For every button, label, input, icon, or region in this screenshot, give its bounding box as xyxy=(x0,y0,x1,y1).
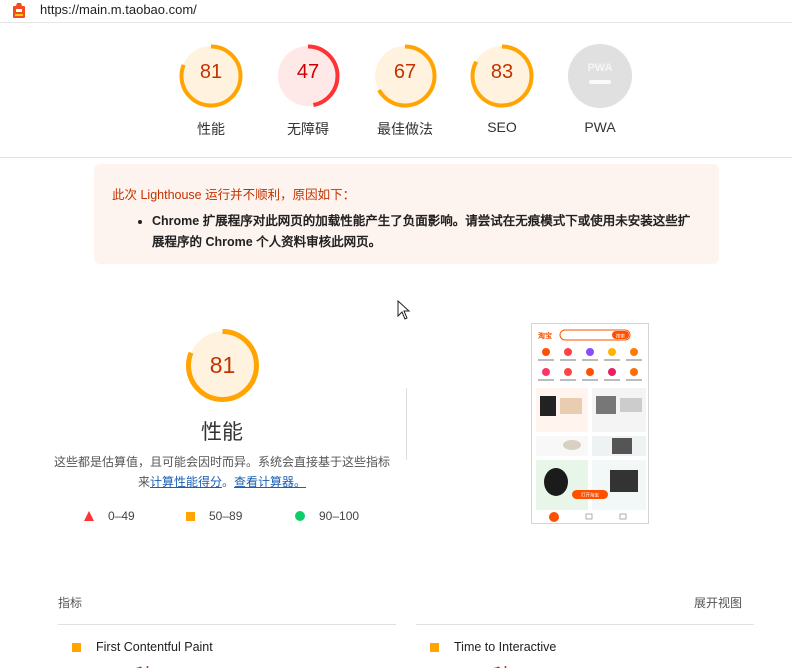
thumb-open-button: 打开淘宝 xyxy=(581,492,599,499)
address-bar[interactable]: https://main.m.taobao.com/ xyxy=(0,0,792,23)
vertical-divider xyxy=(406,388,407,460)
gauge-label: 最佳做法 xyxy=(377,121,433,137)
thumb-search-button: 搜索 xyxy=(616,333,625,340)
metrics-title: 指标 xyxy=(58,596,83,610)
warning-title: 此次 Lighthouse 运行并不顺利，原因如下： xyxy=(112,188,356,202)
final-screenshot-thumbnail[interactable]: 淘宝 搜索 打开淘宝 xyxy=(531,323,649,524)
metrics-divider xyxy=(416,624,754,625)
orange-square-icon xyxy=(430,643,439,652)
legend-item-average: 50–89 xyxy=(186,509,242,523)
orange-square-icon xyxy=(72,643,81,652)
performance-gauge-large: 81 xyxy=(185,328,260,403)
expand-view-toggle[interactable]: 展开视图 xyxy=(694,594,742,611)
legend-range: 0–49 xyxy=(108,509,135,523)
metrics-header: 指标 展开视图 xyxy=(58,594,742,611)
performance-description: 这些都是估算值，且可能会因时而异。系统会直接基于这些指标来计算性能得分。查看计算… xyxy=(52,452,392,492)
legend-range: 50–89 xyxy=(209,509,243,523)
orange-square-icon xyxy=(186,511,195,521)
gauge-label: 无障碍 xyxy=(287,121,329,137)
description-separator: 。 xyxy=(222,475,235,489)
taobao-page-preview: 淘宝 搜索 打开淘宝 xyxy=(532,324,648,523)
legend-range: 90–100 xyxy=(319,509,360,523)
gauge-score: 81 xyxy=(199,61,223,83)
thumb-logo: 淘宝 xyxy=(538,331,552,340)
warning-list: Chrome 扩展程序对此网页的加载性能产生了负面影响。请尝试在无痕模式下或使用… xyxy=(112,211,701,253)
gauge-label: SEO xyxy=(487,119,517,135)
pwa-badge-icon: PWA xyxy=(568,44,632,108)
metric-name: First Contentful Paint xyxy=(96,640,213,654)
gauge-label: 性能 xyxy=(197,121,225,137)
mouse-cursor-icon xyxy=(397,300,411,320)
performance-score: 81 xyxy=(209,352,236,378)
gauge-best-practices[interactable]: 67 最佳做法 xyxy=(355,43,455,139)
metric-value: 5.1 秒 xyxy=(454,660,513,668)
view-calculator-link[interactable]: 查看计算器。 xyxy=(234,475,306,489)
gauge-performance[interactable]: 81 性能 xyxy=(161,43,261,139)
score-legend: 0–49 50–89 90–100 xyxy=(84,509,384,525)
red-triangle-icon xyxy=(84,511,94,521)
metric-value: 3.4 秒 xyxy=(96,660,155,668)
category-gauges: 81 性能 47 无障碍 67 最佳做法 83 SEO PWA PWA xyxy=(0,23,792,158)
gauge-pwa[interactable]: PWA PWA xyxy=(550,43,650,135)
url-text[interactable]: https://main.m.taobao.com/ xyxy=(40,2,197,17)
gauge-accessibility[interactable]: 47 无障碍 xyxy=(258,43,358,139)
gauge-score: 47 xyxy=(296,61,320,83)
metrics-divider xyxy=(58,624,396,625)
metric-name: Time to Interactive xyxy=(454,640,557,654)
gauge-score: 67 xyxy=(393,61,417,83)
performance-title: 性能 xyxy=(201,421,243,444)
gauge-label: PWA xyxy=(584,119,616,135)
pwa-badge-text: PWA xyxy=(587,62,612,74)
calculate-score-link[interactable]: 计算性能得分 xyxy=(150,475,222,489)
warning-item: Chrome 扩展程序对此网页的加载性能产生了负面影响。请尝试在无痕模式下或使用… xyxy=(152,211,701,253)
green-circle-icon xyxy=(295,511,305,521)
gauge-score: 83 xyxy=(490,61,514,83)
run-warning-box: 此次 Lighthouse 运行并不顺利，原因如下： Chrome 扩展程序对此… xyxy=(94,164,719,264)
legend-item-fail: 0–49 xyxy=(84,509,135,523)
legend-item-pass: 90–100 xyxy=(295,509,359,523)
gauge-seo[interactable]: 83 SEO xyxy=(452,43,552,135)
lighthouse-icon xyxy=(13,3,25,18)
